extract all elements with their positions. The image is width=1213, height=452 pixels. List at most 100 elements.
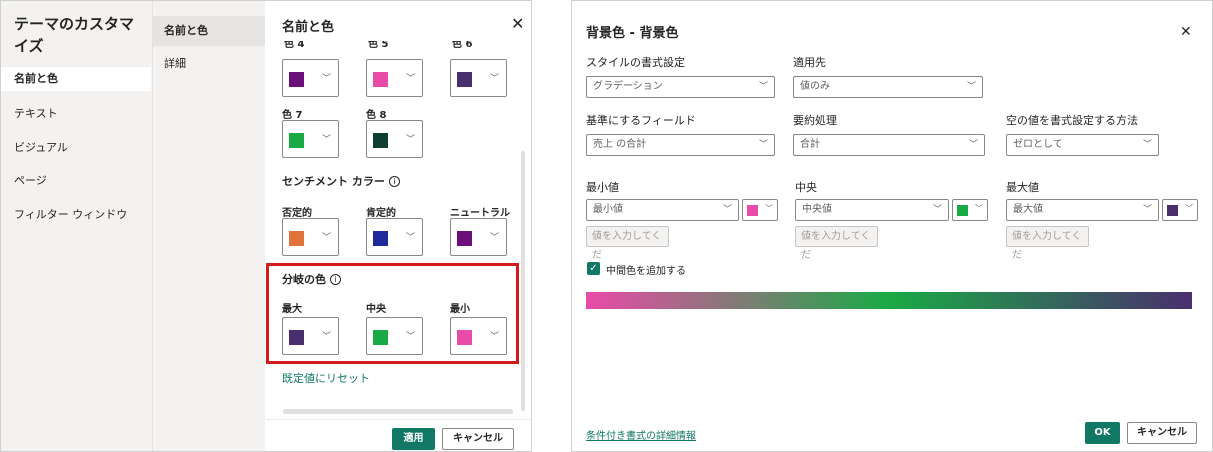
color-5-picker[interactable]: ﹀ bbox=[366, 59, 423, 97]
maximum-value-input[interactable]: 値を入力してくだ bbox=[1006, 226, 1089, 261]
left-nav: テーマのカスタマイズ 名前と色 テキスト ビジュアル ページ フィルター ウィン… bbox=[1, 1, 152, 451]
color-swatch bbox=[373, 72, 388, 87]
minimum-value: 最小値 bbox=[593, 204, 623, 215]
sub-nav: 名前と色 詳細 bbox=[152, 1, 265, 451]
color-swatch bbox=[457, 231, 472, 246]
apply-to-value: 値のみ bbox=[800, 81, 830, 92]
conditional-format-details-link[interactable]: 条件付き書式の詳細情報 bbox=[586, 427, 696, 442]
footer-divider bbox=[266, 419, 531, 420]
maximum-label: 最大値 bbox=[1006, 181, 1039, 194]
sub-item-advanced[interactable]: 詳細 bbox=[153, 52, 265, 76]
chevron-down-icon: ﹀ bbox=[758, 82, 768, 92]
summary-value: 合計 bbox=[800, 139, 820, 150]
chevron-down-icon: ﹀ bbox=[405, 233, 415, 243]
cancel-button[interactable]: キャンセル bbox=[1127, 422, 1197, 444]
color-swatch bbox=[957, 205, 968, 216]
maximum-dropdown[interactable]: 最大値 ﹀ bbox=[1006, 199, 1159, 221]
apply-to-label: 適用先 bbox=[793, 56, 826, 69]
nav-item-names-colors[interactable]: 名前と色 bbox=[1, 67, 151, 91]
chevron-down-icon: ﹀ bbox=[765, 204, 773, 213]
chevron-down-icon: ﹀ bbox=[1185, 204, 1193, 213]
color-8-picker[interactable]: ﹀ bbox=[366, 120, 423, 158]
color-8-label: 色 8 bbox=[366, 110, 387, 121]
info-icon[interactable]: i bbox=[388, 176, 400, 187]
close-icon[interactable]: ✕ bbox=[1180, 24, 1192, 40]
chevron-down-icon: ﹀ bbox=[489, 74, 499, 84]
vertical-scrollbar[interactable] bbox=[521, 151, 525, 411]
neutral-label: ニュートラル bbox=[450, 208, 510, 219]
style-dropdown[interactable]: グラデーション ﹀ bbox=[586, 76, 775, 98]
ok-button[interactable]: OK bbox=[1085, 422, 1120, 444]
content-heading: 名前と色 bbox=[282, 20, 335, 35]
sentiment-title: センチメント カラー bbox=[282, 175, 385, 188]
chevron-down-icon: ﹀ bbox=[321, 74, 331, 84]
color-swatch bbox=[747, 205, 758, 216]
apply-to-dropdown[interactable]: 値のみ ﹀ bbox=[793, 76, 983, 98]
chevron-down-icon: ﹀ bbox=[932, 205, 942, 215]
color-7-label: 色 7 bbox=[282, 110, 303, 121]
dialog-title: 背景色 - 背景色 bbox=[586, 26, 679, 41]
color-swatch bbox=[1167, 205, 1178, 216]
color-4-label: 色 4 bbox=[284, 41, 305, 49]
color-swatch bbox=[289, 72, 304, 87]
color-6-picker[interactable]: ﹀ bbox=[450, 59, 507, 97]
empty-values-label: 空の値を書式設定する方法 bbox=[1006, 114, 1138, 127]
field-value: 売上 の合計 bbox=[593, 139, 647, 150]
center-label: 中央 bbox=[795, 181, 817, 194]
center-value-input[interactable]: 値を入力してくだ bbox=[795, 226, 878, 261]
apply-button[interactable]: 適用 bbox=[392, 428, 435, 450]
cancel-button[interactable]: キャンセル bbox=[442, 428, 514, 450]
negative-color-picker[interactable]: ﹀ bbox=[282, 218, 339, 256]
nav-item-text[interactable]: テキスト bbox=[1, 102, 151, 126]
color-7-picker[interactable]: ﹀ bbox=[282, 120, 339, 158]
style-label: スタイルの書式設定 bbox=[586, 56, 685, 69]
chevron-down-icon: ﹀ bbox=[321, 135, 331, 145]
chevron-down-icon: ﹀ bbox=[1142, 205, 1152, 215]
chevron-down-icon: ﹀ bbox=[975, 204, 983, 213]
minimum-dropdown[interactable]: 最小値 ﹀ bbox=[586, 199, 739, 221]
minimum-label: 最小値 bbox=[586, 181, 619, 194]
chevron-down-icon: ﹀ bbox=[489, 233, 499, 243]
nav-item-page[interactable]: ページ bbox=[1, 169, 151, 193]
add-middle-color-label: 中間色を追加する bbox=[606, 266, 686, 277]
summary-label: 要約処理 bbox=[793, 114, 837, 127]
chevron-down-icon: ﹀ bbox=[1142, 140, 1152, 150]
divergent-highlight-box bbox=[266, 263, 519, 364]
color-6-label: 色 6 bbox=[452, 41, 473, 49]
center-dropdown[interactable]: 中央値 ﹀ bbox=[795, 199, 949, 221]
chevron-down-icon: ﹀ bbox=[722, 205, 732, 215]
theme-customize-dialog: テーマのカスタマイズ 名前と色 テキスト ビジュアル ページ フィルター ウィン… bbox=[0, 0, 532, 452]
positive-label: 肯定的 bbox=[366, 208, 396, 219]
chevron-down-icon: ﹀ bbox=[321, 233, 331, 243]
negative-label: 否定的 bbox=[282, 208, 312, 219]
sentiment-heading: センチメント カラー i bbox=[282, 173, 400, 189]
color-swatch bbox=[289, 133, 304, 148]
style-value: グラデーション bbox=[593, 81, 663, 92]
summary-dropdown[interactable]: 合計 ﹀ bbox=[793, 134, 985, 156]
positive-color-picker[interactable]: ﹀ bbox=[366, 218, 423, 256]
close-icon[interactable]: ✕ bbox=[511, 14, 524, 33]
minimum-color-picker[interactable]: ﹀ bbox=[742, 199, 778, 221]
sub-item-names-colors[interactable]: 名前と色 bbox=[153, 16, 265, 46]
add-middle-color-checkbox[interactable]: ✓ bbox=[587, 262, 600, 275]
partial-labels-row: 色 4 色 5 色 6 bbox=[282, 41, 522, 49]
center-color-picker[interactable]: ﹀ bbox=[952, 199, 988, 221]
nav-item-filter-pane[interactable]: フィルター ウィンドウ bbox=[1, 203, 151, 227]
color-swatch bbox=[457, 72, 472, 87]
chevron-down-icon: ﹀ bbox=[758, 140, 768, 150]
horizontal-scrollbar[interactable] bbox=[283, 409, 513, 414]
field-dropdown[interactable]: 売上 の合計 ﹀ bbox=[586, 134, 775, 156]
color-swatch bbox=[373, 133, 388, 148]
color-4-picker[interactable]: ﹀ bbox=[282, 59, 339, 97]
maximum-color-picker[interactable]: ﹀ bbox=[1162, 199, 1198, 221]
color-5-label: 色 5 bbox=[368, 41, 389, 49]
minimum-value-input[interactable]: 値を入力してくだ bbox=[586, 226, 669, 261]
nav-item-visual[interactable]: ビジュアル bbox=[1, 136, 151, 160]
neutral-color-picker[interactable]: ﹀ bbox=[450, 218, 507, 256]
reset-default-link[interactable]: 既定値にリセット bbox=[282, 370, 370, 386]
chevron-down-icon: ﹀ bbox=[966, 82, 976, 92]
chevron-down-icon: ﹀ bbox=[405, 135, 415, 145]
empty-values-dropdown[interactable]: ゼロとして ﹀ bbox=[1006, 134, 1159, 156]
color-swatch bbox=[373, 231, 388, 246]
maximum-value: 最大値 bbox=[1013, 204, 1043, 215]
